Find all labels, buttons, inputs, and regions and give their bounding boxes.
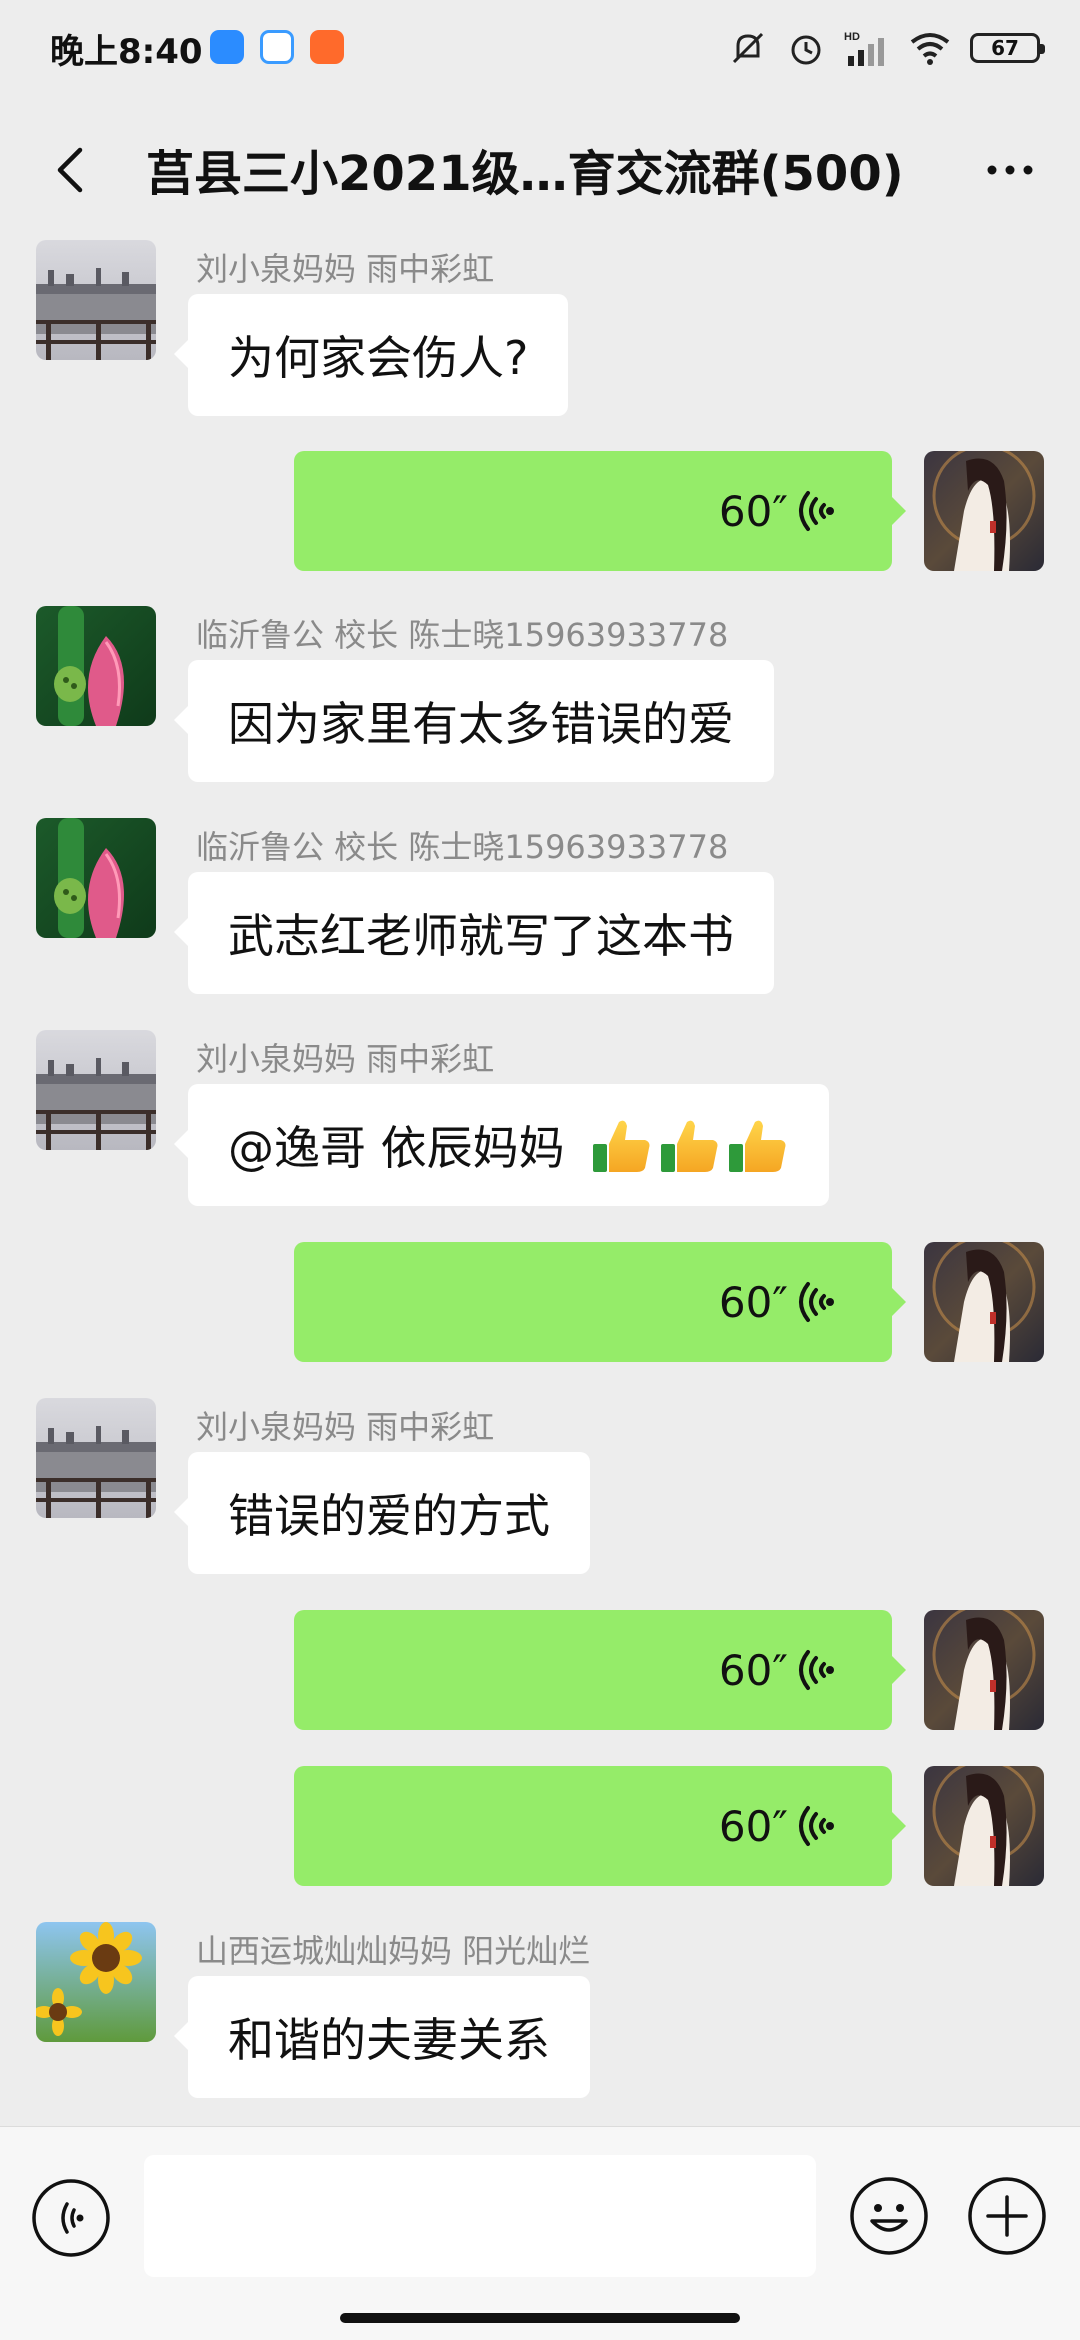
message-bubble[interactable]: @逸哥 依辰妈妈 <box>174 1084 829 1206</box>
alarm-icon <box>791 35 821 65</box>
sender-name: 刘小泉妈妈 雨中彩虹 <box>196 1408 495 1446</box>
more-button[interactable] <box>970 130 1050 210</box>
thumbs-up-icon <box>592 1120 650 1172</box>
avatar[interactable] <box>924 1766 1044 1886</box>
input-bar <box>0 2126 1080 2340</box>
voice-message-bubble[interactable]: 60″ <box>294 1242 906 1362</box>
girl-avatar-image <box>924 1766 1044 1886</box>
message-input[interactable] <box>144 2155 816 2277</box>
voice-wave-icon <box>799 491 834 531</box>
voice-duration: 60″ <box>718 1646 788 1695</box>
chat-notification-icon <box>260 30 294 64</box>
lake-avatar-image <box>36 1398 156 1518</box>
message-text: @逸哥 依辰妈妈 <box>228 1121 565 1175</box>
status-bar: 晚上8:40 HD 67 <box>0 0 1080 100</box>
chat-header: 莒县三小2021级…育交流群(500) <box>0 100 1080 240</box>
lake-avatar-image <box>36 1030 156 1150</box>
sunflower-avatar-image <box>36 1922 156 2042</box>
battery-level: 67 <box>991 36 1019 60</box>
girl-avatar-image <box>924 1242 1044 1362</box>
signal-icon: HD <box>844 31 884 66</box>
status-icons: HD 67 <box>728 26 1045 70</box>
chevron-left-icon <box>57 147 83 193</box>
avatar[interactable] <box>36 1030 156 1150</box>
smiley-icon <box>850 2177 928 2255</box>
voice-toggle-button[interactable] <box>30 2177 112 2259</box>
message-bubble[interactable]: 为何家会伤人? <box>173 294 569 416</box>
chat-title: 莒县三小2021级…育交流群(500) <box>146 146 904 202</box>
avatar[interactable] <box>924 451 1044 571</box>
plus-button[interactable] <box>966 2175 1048 2257</box>
message-bubble[interactable]: 武志红老师就写了这本书 <box>174 872 774 994</box>
sender-name: 山西运城灿灿妈妈 阳光灿烂 <box>196 1932 591 1970</box>
plus-circle-icon <box>968 2177 1046 2255</box>
voice-duration: 60″ <box>718 1278 788 1327</box>
avatar[interactable] <box>36 1922 156 2042</box>
wifi-icon <box>910 33 950 65</box>
lotus-avatar-image <box>36 606 156 726</box>
more-dots-icon <box>987 165 1033 175</box>
avatar[interactable] <box>36 240 156 360</box>
voice-wave-icon <box>799 1282 834 1322</box>
avatar[interactable] <box>36 606 156 726</box>
avatar[interactable] <box>924 1242 1044 1362</box>
battery-icon: 67 <box>970 33 1045 63</box>
avatar[interactable] <box>36 1398 156 1518</box>
girl-avatar-image <box>924 451 1044 571</box>
message-text: 为何家会伤人? <box>228 331 529 385</box>
emoji-button[interactable] <box>848 2175 930 2257</box>
voice-duration: 60″ <box>718 1802 788 1851</box>
avatar[interactable] <box>36 818 156 938</box>
avatar[interactable] <box>924 1610 1044 1730</box>
lake-avatar-image <box>36 240 156 360</box>
message-text: 和谐的夫妻关系 <box>228 2013 550 2067</box>
message-bubble[interactable]: 错误的爱的方式 <box>174 1452 590 1574</box>
voice-message-bubble[interactable]: 60″ <box>294 451 906 571</box>
message-text: 错误的爱的方式 <box>228 1489 550 1543</box>
status-time: 晚上8:40 <box>50 32 203 72</box>
message-bubble[interactable]: 因为家里有太多错误的爱 <box>174 660 774 782</box>
voice-message-bubble[interactable]: 60″ <box>294 1610 906 1730</box>
sender-name: 刘小泉妈妈 雨中彩虹 <box>196 250 495 288</box>
message-text: 武志红老师就写了这本书 <box>228 909 734 963</box>
voice-mode-icon <box>32 2179 110 2257</box>
girl-avatar-image <box>924 1610 1044 1730</box>
thumbs-up-icon <box>660 1120 718 1172</box>
app-notification-icon <box>210 30 244 64</box>
message-bubble[interactable]: 和谐的夫妻关系 <box>174 1976 590 2098</box>
emoji-row <box>585 1114 789 1176</box>
message-text: 因为家里有太多错误的爱 <box>228 697 734 751</box>
voice-message-bubble[interactable]: 60″ <box>294 1766 906 1886</box>
mute-icon <box>732 32 764 64</box>
voice-wave-icon <box>799 1650 834 1690</box>
voice-duration: 60″ <box>718 487 788 536</box>
network-label: HD <box>844 31 860 43</box>
thumbs-up-icon <box>728 1120 786 1172</box>
voice-wave-icon <box>799 1806 834 1846</box>
sender-name: 临沂鲁公 校长 陈士晓15963933778 <box>196 828 729 866</box>
sender-name: 临沂鲁公 校长 陈士晓15963933778 <box>196 616 729 654</box>
sender-name: 刘小泉妈妈 雨中彩虹 <box>196 1040 495 1078</box>
lotus-avatar-image <box>36 818 156 938</box>
back-button[interactable] <box>30 130 110 210</box>
home-indicator[interactable] <box>340 2313 740 2323</box>
shop-notification-icon <box>310 30 344 64</box>
